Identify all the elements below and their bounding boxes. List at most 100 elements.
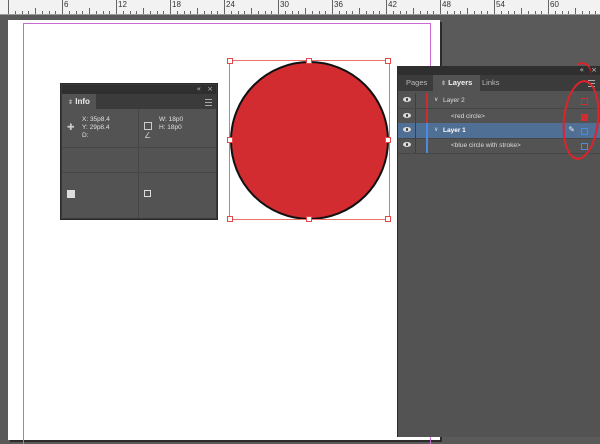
tab-arrows-icon: ⇕ bbox=[68, 100, 74, 106]
lock-column[interactable] bbox=[415, 109, 416, 124]
ruler-tick bbox=[231, 11, 232, 14]
ruler-tick bbox=[190, 11, 191, 14]
ruler-tick bbox=[150, 11, 151, 14]
ruler-tick bbox=[521, 8, 522, 14]
ruler-tick bbox=[238, 11, 239, 14]
layer-name: Layer 2 bbox=[443, 97, 465, 104]
lock-column[interactable] bbox=[415, 138, 416, 153]
collapse-icon[interactable]: « bbox=[197, 85, 201, 93]
ruler-tick bbox=[447, 11, 448, 14]
tab-arrows-icon: ⇕ bbox=[441, 81, 447, 87]
layer-color-bar bbox=[426, 93, 428, 108]
ruler-tick bbox=[49, 11, 50, 14]
ruler-tick bbox=[386, 0, 387, 14]
close-icon[interactable]: × bbox=[591, 66, 597, 74]
ruler-tick bbox=[82, 11, 83, 14]
ruler-tick bbox=[96, 11, 97, 14]
ruler-tick bbox=[325, 11, 326, 14]
info-size-cell: ∠ W: 18p0 H: 18p0 bbox=[139, 109, 216, 148]
ruler-tick bbox=[319, 11, 320, 14]
layer-color-bar bbox=[426, 109, 428, 124]
ruler-label: 36 bbox=[334, 0, 343, 9]
selection-bounding-box[interactable] bbox=[229, 60, 390, 220]
selection-handle-bl[interactable] bbox=[227, 216, 233, 222]
ruler-label: 60 bbox=[550, 0, 559, 9]
ruler-tick bbox=[28, 11, 29, 14]
tab-links[interactable]: Links bbox=[474, 75, 508, 91]
chevron-down-icon[interactable]: ∨ bbox=[434, 123, 438, 138]
layer-color-bar bbox=[426, 123, 428, 138]
info-grid: ✚ X: 35p8.4 Y: 29p8.4 D: ∠ W: 18p0 H: 18… bbox=[62, 109, 216, 218]
lock-column[interactable] bbox=[415, 123, 416, 138]
info-d-value: D: bbox=[82, 132, 89, 139]
ruler-tick bbox=[589, 11, 590, 14]
selection-handle-mr[interactable] bbox=[385, 137, 391, 143]
ruler-tick bbox=[258, 11, 259, 14]
ruler-tick bbox=[130, 11, 131, 14]
chevron-down-icon[interactable]: ∨ bbox=[434, 93, 438, 108]
ruler-tick bbox=[352, 11, 353, 14]
visibility-eye-icon[interactable] bbox=[403, 127, 411, 132]
ruler-tick bbox=[292, 11, 293, 14]
ruler-tick bbox=[379, 11, 380, 14]
tab-links-label: Links bbox=[482, 78, 500, 87]
visibility-eye-icon[interactable] bbox=[403, 97, 411, 102]
info-panel-window-buttons: « × bbox=[197, 85, 213, 94]
ruler-tick bbox=[298, 11, 299, 14]
selection-handle-tl[interactable] bbox=[227, 58, 233, 64]
tab-info[interactable]: ⇕ Info bbox=[62, 94, 96, 109]
ruler-tick bbox=[420, 11, 421, 14]
info-fill-cell bbox=[62, 173, 139, 218]
angle-icon: ∠ bbox=[144, 131, 152, 140]
ruler-tick bbox=[204, 11, 205, 14]
ruler-tick bbox=[595, 11, 596, 14]
ruler-tick bbox=[8, 0, 9, 14]
selection-handle-bc[interactable] bbox=[306, 216, 312, 222]
ruler-tick bbox=[413, 8, 414, 14]
ruler-tick bbox=[184, 11, 185, 14]
ruler-tick bbox=[69, 11, 70, 14]
selection-handle-tr[interactable] bbox=[385, 58, 391, 64]
ruler-tick bbox=[406, 11, 407, 14]
info-position-cell: ✚ X: 35p8.4 Y: 29p8.4 D: bbox=[62, 109, 139, 148]
ruler-tick bbox=[265, 11, 266, 14]
lock-column[interactable] bbox=[415, 93, 416, 108]
visibility-eye-icon[interactable] bbox=[403, 113, 411, 118]
ruler-tick bbox=[346, 11, 347, 14]
ruler-tick bbox=[568, 11, 569, 14]
ruler-tick bbox=[366, 11, 367, 14]
ruler-tick bbox=[251, 8, 252, 14]
selection-handle-tc[interactable] bbox=[306, 58, 312, 64]
ruler-tick bbox=[467, 8, 468, 14]
ruler-label: 6 bbox=[64, 0, 69, 9]
info-empty-cell-2 bbox=[139, 148, 216, 173]
horizontal-ruler[interactable]: 612182430364248546066 bbox=[0, 0, 600, 15]
ruler-tick bbox=[305, 8, 306, 14]
selection-handle-ml[interactable] bbox=[227, 137, 233, 143]
ruler-tick bbox=[136, 11, 137, 14]
tab-pages[interactable]: Pages bbox=[398, 75, 435, 91]
ruler-tick bbox=[508, 11, 509, 14]
object-name: <red circle> bbox=[451, 113, 485, 120]
ruler-label: 48 bbox=[442, 0, 451, 9]
ruler-tick bbox=[103, 11, 104, 14]
crosshair-icon: ✚ bbox=[67, 122, 75, 132]
ruler-tick bbox=[76, 11, 77, 14]
ruler-tick bbox=[454, 11, 455, 14]
panel-menu-icon[interactable] bbox=[205, 99, 212, 106]
ruler-tick bbox=[528, 11, 529, 14]
ruler-tick bbox=[170, 0, 171, 14]
info-empty-cell-1 bbox=[62, 148, 139, 173]
ruler-tick bbox=[55, 11, 56, 14]
tab-info-label: Info bbox=[75, 97, 90, 106]
ruler-tick bbox=[177, 11, 178, 14]
layer-color-bar bbox=[426, 138, 428, 153]
selection-handle-br[interactable] bbox=[385, 216, 391, 222]
ruler-tick bbox=[332, 0, 333, 14]
ruler-tick bbox=[89, 8, 90, 14]
info-panel-titlebar[interactable]: « × bbox=[62, 85, 216, 94]
ruler-tick bbox=[285, 11, 286, 14]
close-icon[interactable]: × bbox=[207, 85, 213, 93]
visibility-eye-icon[interactable] bbox=[403, 142, 411, 147]
ruler-tick bbox=[62, 0, 63, 14]
